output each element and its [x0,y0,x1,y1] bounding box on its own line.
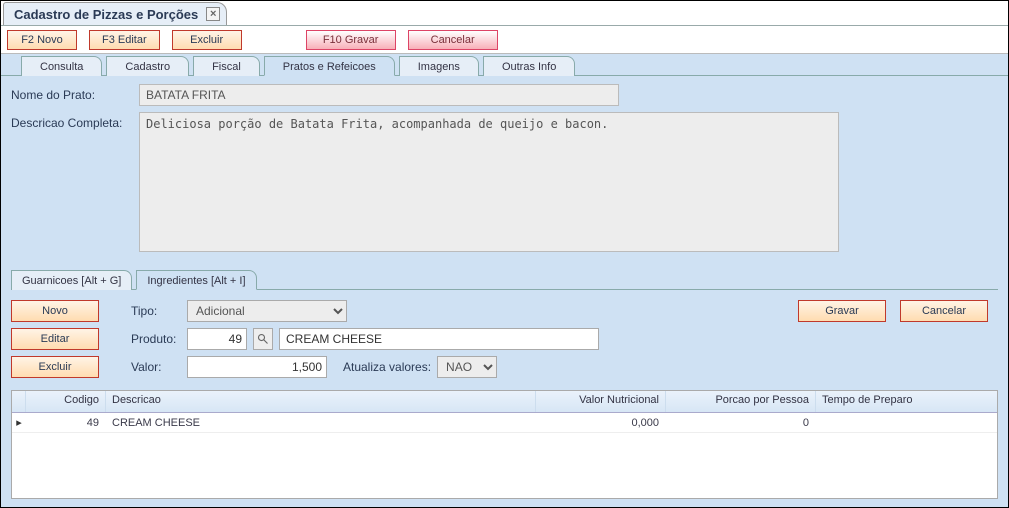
ing-excluir-button[interactable]: Excluir [11,356,99,378]
tab-ingredientes[interactable]: Ingredientes [Alt + I] [136,270,256,290]
main-tabs: Consulta Cadastro Fiscal Pratos e Refeic… [1,54,1008,76]
ingredientes-panel: Novo Editar Excluir Tipo: Adicional Grav… [11,290,998,386]
tab-cadastro[interactable]: Cadastro [106,56,189,76]
tipo-label: Tipo: [131,304,181,318]
sub-tabs: Guarnicoes [Alt + G] Ingredientes [Alt +… [11,268,998,290]
atualiza-label: Atualiza valores: [343,360,431,374]
excluir-button[interactable]: Excluir [172,30,242,50]
toolbar: F2 Novo F3 Editar Excluir F10 Gravar Can… [1,26,1008,54]
row-indicator-icon: ▸ [12,416,26,429]
produto-label: Produto: [131,332,181,346]
col-descricao[interactable]: Descricao [106,391,536,412]
valor-label: Valor: [131,360,181,374]
cell-valor-nutricional: 0,000 [536,415,666,431]
cell-tempo [816,421,966,425]
tab-outras[interactable]: Outras Info [483,56,575,76]
nome-prato-label: Nome do Prato: [11,84,139,102]
ing-novo-button[interactable]: Novo [11,300,99,322]
grid-body: ▸ 49 CREAM CHEESE 0,000 0 [12,413,997,498]
close-icon[interactable]: × [206,7,220,21]
nome-prato-input[interactable] [139,84,619,106]
cell-porcao: 0 [666,415,816,431]
novo-button[interactable]: F2 Novo [7,30,77,50]
tab-consulta[interactable]: Consulta [21,56,102,76]
ing-cancelar-button[interactable]: Cancelar [900,300,988,322]
atualiza-select[interactable]: NAO [437,356,497,378]
tab-guarnicoes[interactable]: Guarnicoes [Alt + G] [11,270,132,290]
window-title: Cadastro de Pizzas e Porções [14,7,198,22]
ing-gravar-button[interactable]: Gravar [798,300,886,322]
col-porcao[interactable]: Porcao por Pessoa [666,391,816,412]
cancelar-button[interactable]: Cancelar [408,30,498,50]
gravar-button[interactable]: F10 Gravar [306,30,396,50]
cell-descricao: CREAM CHEESE [106,415,536,431]
descricao-textarea[interactable]: Deliciosa porção de Batata Frita, acompa… [139,112,839,252]
produto-lookup-button[interactable] [253,328,273,350]
tab-fiscal[interactable]: Fiscal [193,56,260,76]
tab-imagens[interactable]: Imagens [399,56,479,76]
produto-code-input[interactable] [187,328,247,350]
window-tab-bar: Cadastro de Pizzas e Porções × [1,1,1008,26]
ing-editar-button[interactable]: Editar [11,328,99,350]
search-icon [257,333,269,345]
tipo-select[interactable]: Adicional [187,300,347,322]
valor-input[interactable] [187,356,327,378]
col-tempo[interactable]: Tempo de Preparo [816,391,966,412]
content-pane: Nome do Prato: Descricao Completa: Delic… [1,76,1008,507]
table-row[interactable]: ▸ 49 CREAM CHEESE 0,000 0 [12,413,997,433]
descricao-label: Descricao Completa: [11,112,139,130]
tab-pratos[interactable]: Pratos e Refeicoes [264,56,395,76]
cell-codigo: 49 [26,415,106,431]
app-window: Cadastro de Pizzas e Porções × F2 Novo F… [0,0,1009,508]
window-tab[interactable]: Cadastro de Pizzas e Porções × [3,2,227,25]
grid-header: Codigo Descricao Valor Nutricional Porca… [12,391,997,413]
col-valor-nutricional[interactable]: Valor Nutricional [536,391,666,412]
col-codigo[interactable]: Codigo [26,391,106,412]
ingredientes-grid[interactable]: Codigo Descricao Valor Nutricional Porca… [11,390,998,499]
editar-button[interactable]: F3 Editar [89,30,160,50]
produto-name-input[interactable] [279,328,599,350]
